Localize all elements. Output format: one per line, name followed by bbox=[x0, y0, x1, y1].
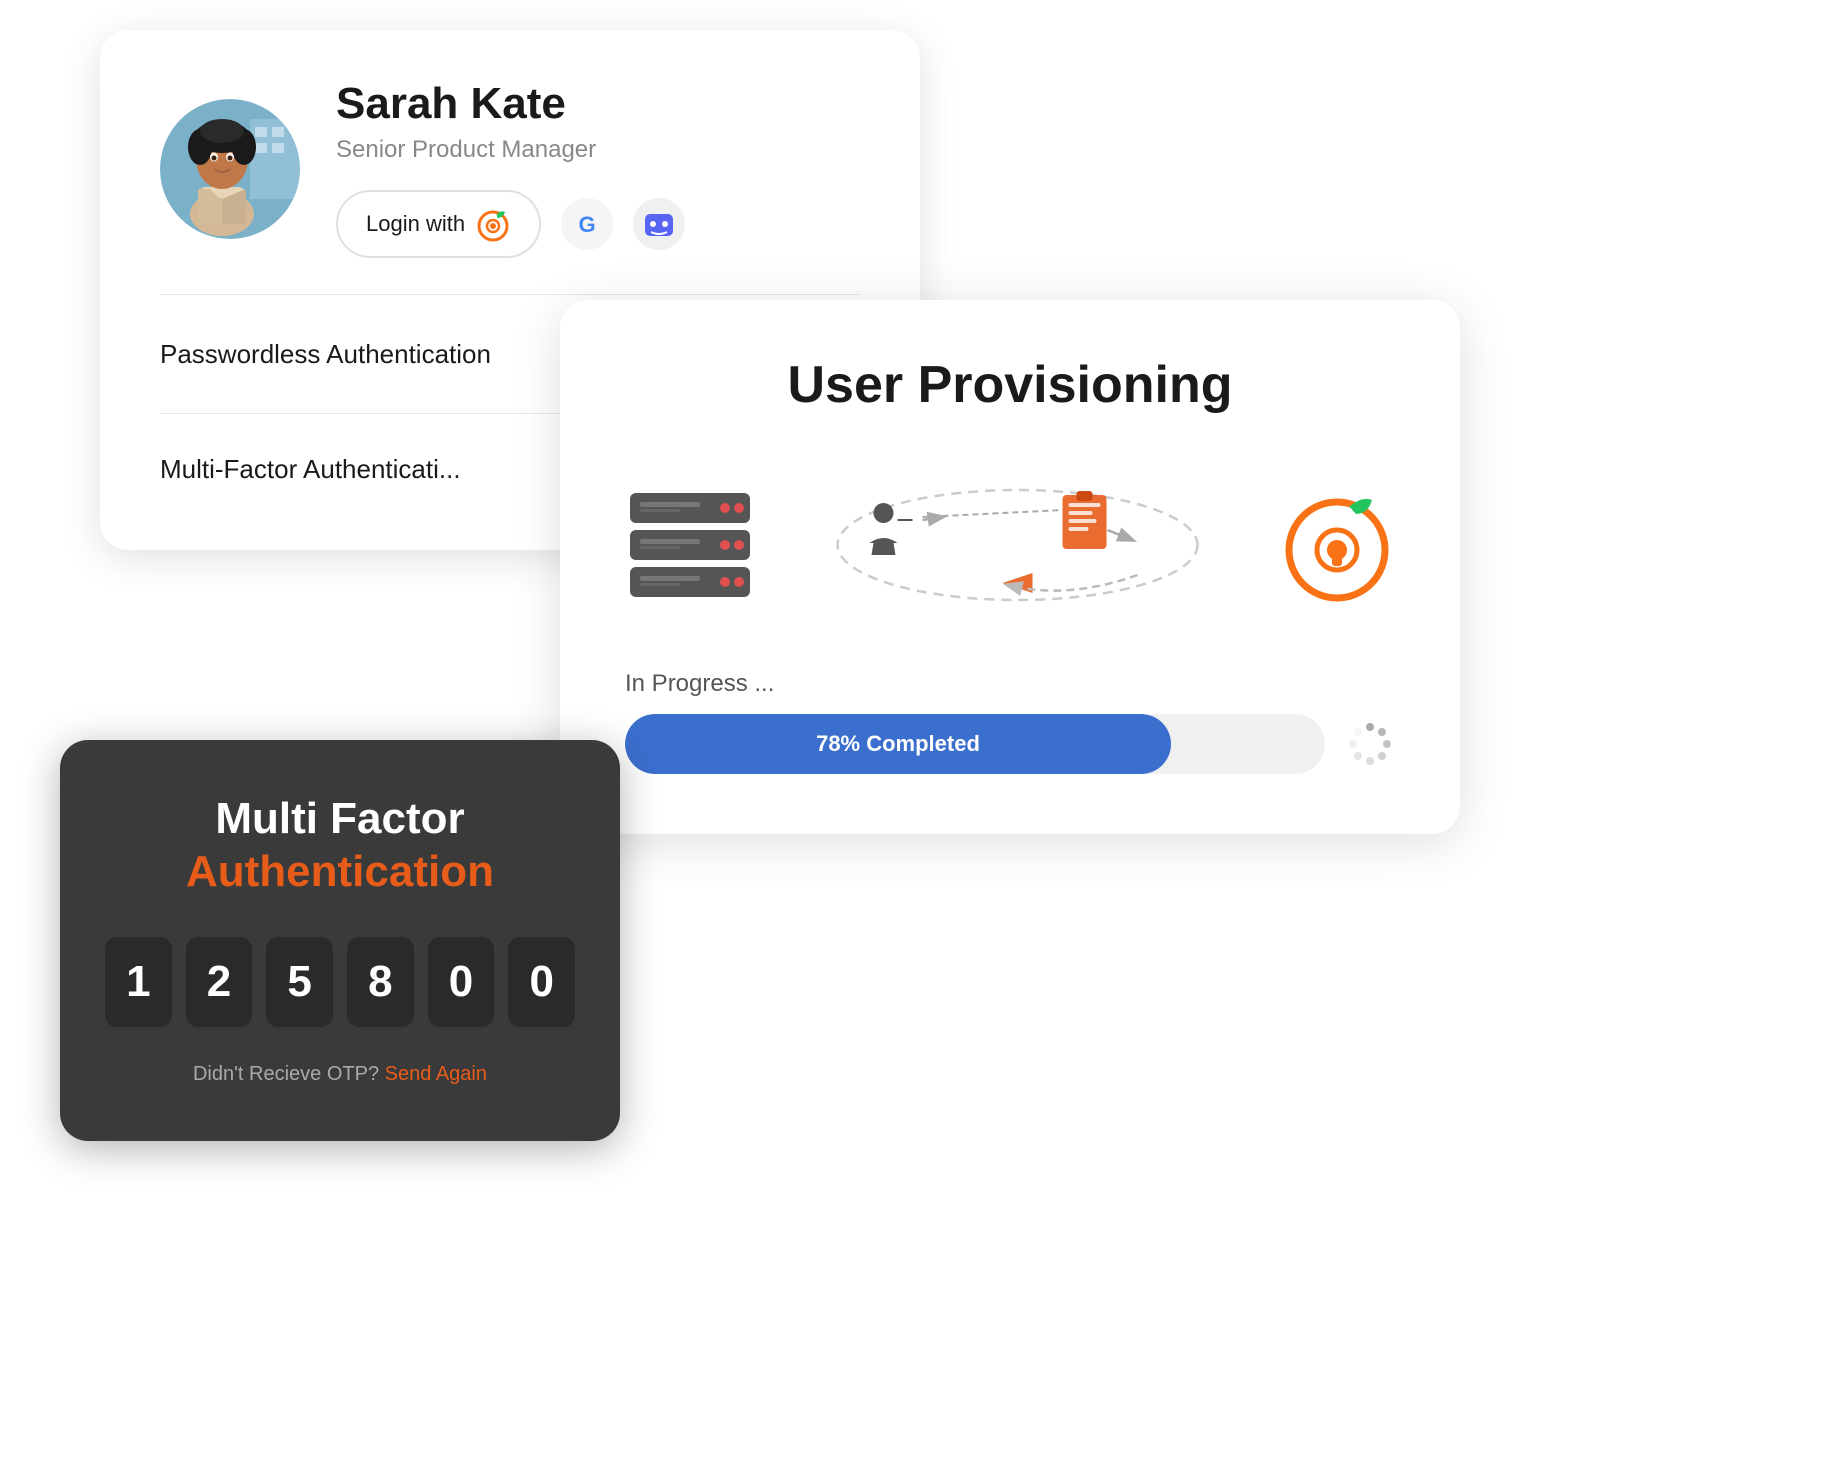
mfa-title-main: Multi Factor bbox=[105, 795, 575, 843]
progress-label: In Progress ... bbox=[625, 670, 1395, 698]
otp-digit: 5 bbox=[266, 937, 333, 1027]
svg-text:G: G bbox=[579, 212, 596, 237]
mfa-label: Multi-Factor Authenticati... bbox=[160, 454, 461, 485]
login-with-button[interactable]: Login with bbox=[336, 190, 541, 258]
mfa-title-highlight: Authentication bbox=[105, 847, 575, 897]
passwordless-label: Passwordless Authentication bbox=[160, 339, 491, 370]
divider-1 bbox=[160, 294, 860, 295]
progress-row: 78% Completed bbox=[625, 714, 1395, 774]
otp-digit: 0 bbox=[428, 937, 495, 1027]
otp-digit: 1 bbox=[105, 937, 172, 1027]
brand-logo-icon bbox=[475, 206, 511, 242]
otp-digit: 0 bbox=[508, 937, 575, 1027]
brand-large-icon bbox=[1280, 488, 1395, 603]
profile-title: Senior Product Manager bbox=[336, 136, 685, 164]
resend-link[interactable]: Send Again bbox=[385, 1063, 487, 1085]
discord-icon[interactable] bbox=[633, 198, 685, 250]
login-with-label: Login with bbox=[366, 211, 465, 237]
flow-diagram-icon bbox=[755, 465, 1280, 625]
progress-section: In Progress ... 78% Completed bbox=[625, 670, 1395, 774]
loading-spinner-icon bbox=[1345, 719, 1395, 769]
login-row: Login with G bbox=[336, 190, 685, 258]
progress-bar-container: 78% Completed bbox=[625, 714, 1325, 774]
otp-digit: 8 bbox=[347, 937, 414, 1027]
otp-digit: 2 bbox=[186, 937, 253, 1027]
profile-info: Sarah Kate Senior Product Manager Login … bbox=[336, 80, 685, 258]
profile-header: Sarah Kate Senior Product Manager Login … bbox=[160, 80, 860, 258]
google-icon[interactable]: G bbox=[561, 198, 613, 250]
provisioning-diagram bbox=[625, 465, 1395, 625]
avatar bbox=[160, 99, 300, 239]
profile-name: Sarah Kate bbox=[336, 80, 685, 128]
resend-row: Didn't Recieve OTP? Send Again bbox=[105, 1063, 575, 1086]
otp-row: 125800 bbox=[105, 937, 575, 1027]
provisioning-card: User Provisioning bbox=[560, 300, 1460, 834]
progress-text: 78% Completed bbox=[816, 731, 980, 757]
provisioning-title: User Provisioning bbox=[625, 355, 1395, 415]
mfa-card: Multi Factor Authentication 125800 Didn'… bbox=[60, 740, 620, 1141]
resend-text: Didn't Recieve OTP? bbox=[193, 1063, 379, 1085]
progress-bar-fill: 78% Completed bbox=[625, 714, 1171, 774]
server-stack-icon bbox=[625, 488, 755, 603]
